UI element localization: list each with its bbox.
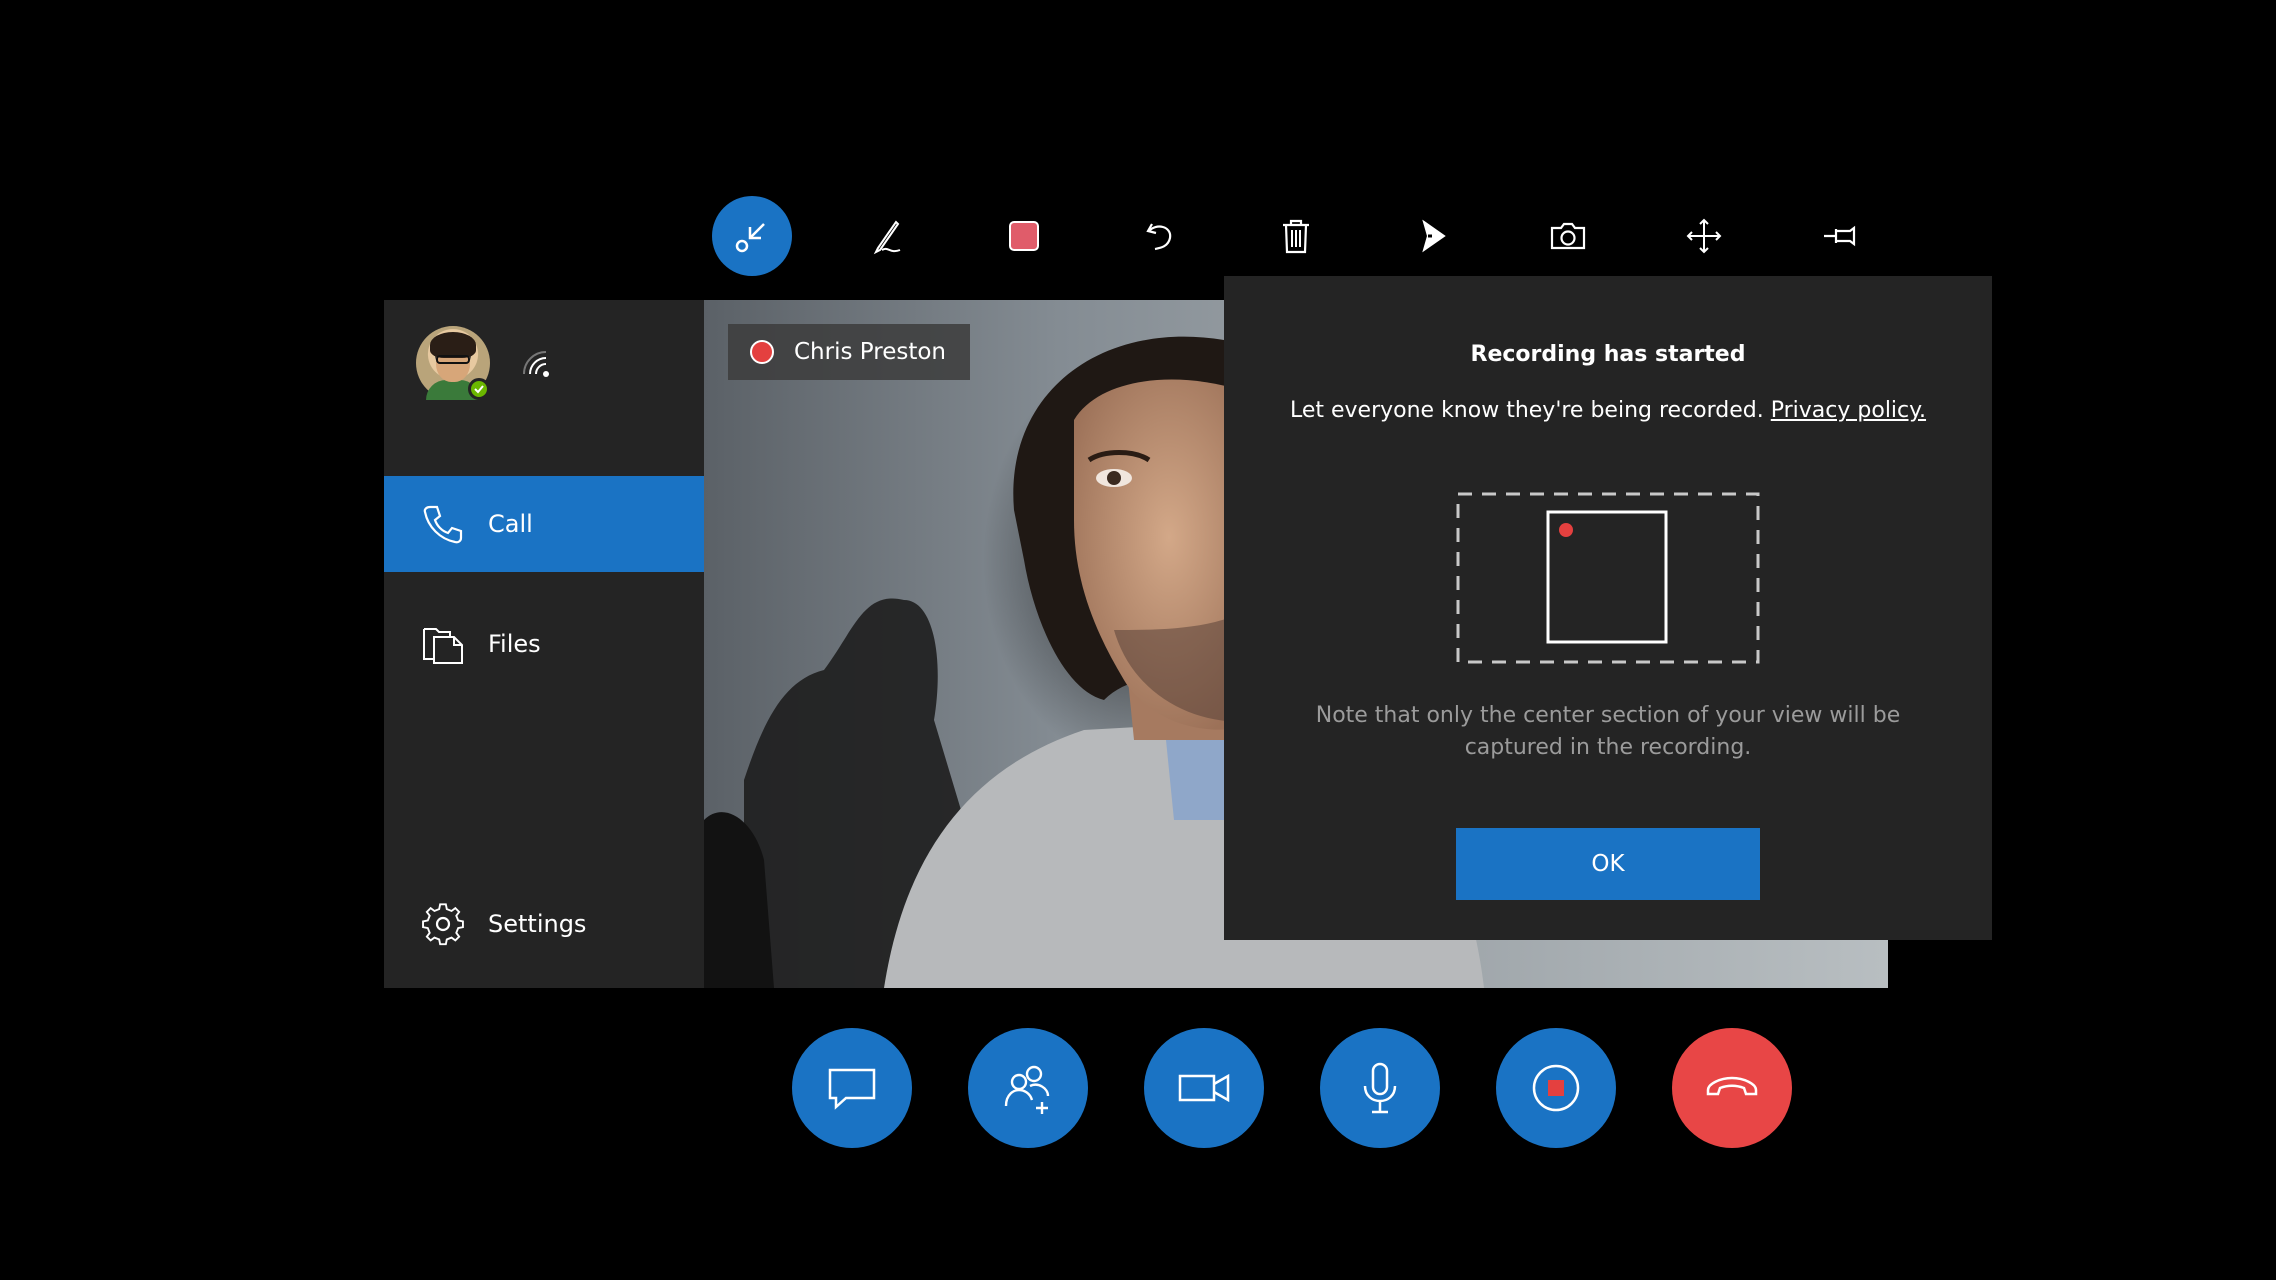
dialog-title: Recording has started [1470,342,1746,367]
recording-started-dialog: Recording has started Let everyone know … [1224,276,1992,940]
chat-button[interactable] [792,1028,912,1148]
minimize-arrow-icon [735,223,765,253]
microphone-icon [1363,1062,1397,1114]
ink-pen-icon [873,220,901,255]
avatar[interactable] [416,326,490,400]
trash-icon [1283,219,1309,254]
sidebar: Call Files Settings [384,300,704,988]
snapshot-button[interactable] [1528,196,1608,276]
move-icon [1686,218,1722,254]
undo-button[interactable] [1120,196,1200,276]
checkmark-icon [474,385,484,394]
chat-icon [828,1068,876,1110]
move-button[interactable] [1664,196,1744,276]
video-toggle-button[interactable] [1144,1028,1264,1148]
participant-name-tag: Chris Preston [728,324,970,380]
hang-up-icon [1706,1076,1758,1096]
pin-button[interactable] [1800,196,1880,276]
stop-recording-button[interactable] [1496,1028,1616,1148]
dialog-message: Let everyone know they're being recorded… [1289,398,1764,423]
sidebar-item-label: Settings [488,910,587,938]
sidebar-item-files[interactable]: Files [384,596,704,692]
delete-button[interactable] [1256,196,1336,276]
connection-signal-icon [523,351,549,377]
camera-icon [1550,222,1586,250]
undo-icon [1146,223,1172,251]
participant-name: Chris Preston [794,339,946,365]
dialog-note: Note that only the center section of you… [1315,703,1901,760]
recording-area-illustration [1456,492,1760,664]
minimize-button[interactable] [712,196,792,276]
recording-indicator-icon [750,340,774,364]
gear-icon [422,903,464,946]
sidebar-item-call[interactable]: Call [384,476,704,572]
dialog-body: Let everyone know they're being recorded… [1224,398,1992,423]
mute-button[interactable] [1320,1028,1440,1148]
pin-icon [1824,225,1856,247]
ink-button[interactable] [848,196,928,276]
stop-recording-icon [1532,1064,1580,1112]
presence-available-badge [468,378,490,400]
ok-button[interactable]: OK [1456,828,1760,900]
privacy-policy-link[interactable]: Privacy policy. [1771,398,1926,423]
hang-up-button[interactable] [1672,1028,1792,1148]
phone-icon [423,505,463,544]
add-people-button[interactable] [968,1028,1088,1148]
sidebar-item-label: Files [488,630,541,658]
pointer-button[interactable] [1392,196,1472,276]
ink-color-swatch-icon [1009,221,1039,251]
sidebar-item-label: Call [488,510,533,538]
add-people-icon [1004,1065,1050,1114]
sidebar-item-settings[interactable]: Settings [384,876,704,972]
files-icon [423,628,463,664]
ink-color-button[interactable] [984,196,1064,276]
video-camera-icon [1178,1073,1230,1103]
pointer-arrow-icon [1422,219,1446,253]
